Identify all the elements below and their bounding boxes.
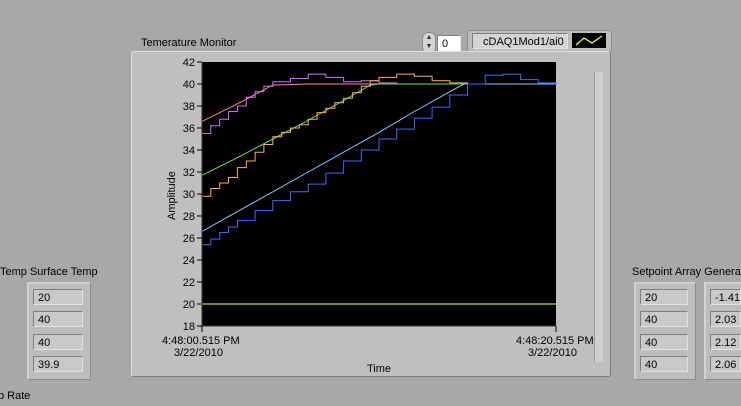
y-tick-label-12: 42: [183, 57, 195, 69]
y-axis: 18 20 22 24 26 28 30 32 34 36 38 40 42: [183, 57, 202, 333]
x-axis: 4:48:00.515 PM 3/22/2010 4:48:20.515 PM …: [162, 326, 594, 359]
setpoint-value-1[interactable]: 40: [640, 311, 688, 327]
x-tick-start-date: 3/22/2010: [174, 347, 223, 359]
generated-value-0[interactable]: -1.41: [710, 289, 741, 305]
y-tick-label-9: 36: [183, 123, 195, 135]
plot-legend[interactable]: cDAQ1Mod1/ai0: [467, 30, 612, 52]
plot-index-input[interactable]: 0: [437, 35, 461, 52]
left-value-0[interactable]: 20: [33, 289, 83, 305]
bottom-left-label: p Rate: [0, 390, 31, 402]
y-tick-label-6: 30: [183, 189, 195, 201]
x-axis-label: Time: [367, 363, 391, 375]
y-tick-label-1: 20: [183, 299, 195, 311]
y-tick-label-2: 22: [183, 277, 195, 289]
waveform-chart[interactable]: 18 20 22 24 26 28 30 32 34 36 38 40 42 4:48:00.515 P…: [132, 52, 610, 376]
y-axis-label: Amplitude: [166, 171, 178, 220]
generated-value-3[interactable]: 2.06: [710, 356, 741, 372]
setpoint-value-2[interactable]: 40: [640, 334, 688, 350]
legend-line-icon: [575, 35, 603, 46]
y-tick-label-8: 34: [183, 145, 195, 157]
x-tick-start-time: 4:48:00.515 PM: [162, 335, 240, 347]
left-panel-title: Temp Surface Temp: [0, 266, 98, 278]
left-value-2[interactable]: 40: [33, 334, 83, 350]
left-value-3[interactable]: 39.9: [33, 356, 83, 372]
plot-area: [202, 62, 556, 326]
x-tick-end-date: 3/22/2010: [528, 347, 577, 359]
legend-plot-swatch[interactable]: [572, 33, 606, 48]
setpoint-value-0[interactable]: 20: [640, 289, 688, 305]
chart-title: Temerature Monitor: [141, 37, 237, 49]
generated-value-2[interactable]: 2.12: [710, 334, 741, 350]
y-tick-label-3: 24: [183, 255, 195, 267]
y-tick-label-0: 18: [183, 321, 195, 333]
chart-panel: 18 20 22 24 26 28 30 32 34 36 38 40 42 4:48:00.515 P…: [131, 51, 611, 377]
y-tick-label-11: 40: [183, 79, 195, 91]
x-tick-end-time: 4:48:20.515 PM: [516, 335, 594, 347]
y-tick-label-4: 26: [183, 233, 195, 245]
setpoint-value-3[interactable]: 40: [640, 356, 688, 372]
spin-up-icon[interactable]: ▲: [423, 33, 435, 42]
y-tick-label-10: 38: [183, 101, 195, 113]
y-tick-label-5: 28: [183, 211, 195, 223]
right-panel-title: Setpoint Array Genera: [632, 266, 741, 278]
y-tick-label-7: 32: [183, 167, 195, 179]
legend-channel-label: cDAQ1Mod1/ai0: [472, 33, 568, 49]
spin-down-icon[interactable]: ▼: [423, 42, 435, 51]
chart-scrollbar-right[interactable]: [594, 72, 603, 362]
left-value-1[interactable]: 40: [33, 311, 83, 327]
generated-value-1[interactable]: 2.03: [710, 311, 741, 327]
